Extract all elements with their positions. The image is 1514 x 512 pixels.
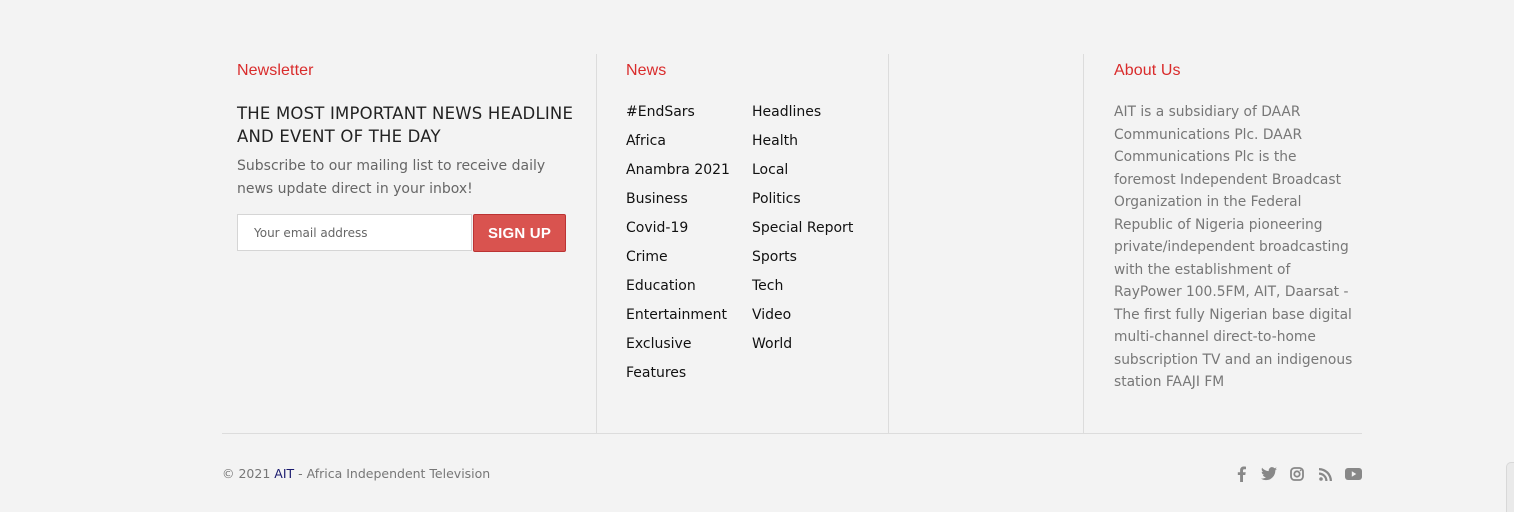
instagram-icon[interactable] [1288,465,1306,483]
copyright-prefix: © 2021 [222,466,275,481]
email-input[interactable] [237,214,472,251]
youtube-icon[interactable] [1344,465,1362,483]
news-list-right: Headlines Health Local Politics Special … [752,102,853,363]
news-list-left: #EndSars Africa Anambra 2021 Business Co… [626,102,730,392]
news-link[interactable]: Health [752,131,853,160]
column-divider [596,54,597,434]
news-link[interactable]: Special Report [752,218,853,247]
about-title: About Us [1114,62,1181,79]
copyright: © 2021 AIT - Africa Independent Televisi… [222,466,490,481]
news-link[interactable]: Tech [752,276,853,305]
news-link[interactable]: Sports [752,247,853,276]
news-link[interactable]: Politics [752,189,853,218]
news-link[interactable]: Features [626,363,730,392]
twitter-icon[interactable] [1260,465,1278,483]
news-link[interactable]: Covid-19 [626,218,730,247]
news-link[interactable]: World [752,334,853,363]
news-link[interactable]: Business [626,189,730,218]
news-link[interactable]: Anambra 2021 [626,160,730,189]
about-section: About Us AIT is a subsidiary of DAAR Com… [1114,54,1362,434]
news-link[interactable]: Local [752,160,853,189]
brand-link[interactable]: AIT [274,466,294,481]
social-links [1232,465,1362,483]
news-link[interactable]: Education [626,276,730,305]
news-section: News #EndSars Africa Anambra 2021 Busine… [626,54,888,434]
newsletter-description: Subscribe to our mailing list to receive… [237,158,546,197]
news-link[interactable]: Africa [626,131,730,160]
news-link[interactable]: Headlines [752,102,853,131]
column-divider [1083,54,1084,434]
newsletter-section: Newsletter THE MOST IMPORTANT NEWS HEADL… [237,54,596,434]
copyright-suffix: - Africa Independent Television [294,466,491,481]
scroll-handle[interactable] [1506,462,1514,512]
newsletter-headline: THE MOST IMPORTANT NEWS HEADLINE AND EVE… [237,104,574,146]
news-title: News [626,62,667,79]
news-link[interactable]: Crime [626,247,730,276]
news-link[interactable]: Exclusive [626,334,730,363]
about-text: AIT is a subsidiary of DAAR Communicatio… [1114,104,1353,390]
empty-section [889,54,1083,434]
rss-icon[interactable] [1316,465,1334,483]
facebook-icon[interactable] [1232,465,1250,483]
newsletter-title: Newsletter [237,62,314,79]
news-link[interactable]: Entertainment [626,305,730,334]
signup-button[interactable]: SIGN UP [473,214,566,252]
news-link[interactable]: Video [752,305,853,334]
news-link[interactable]: #EndSars [626,102,730,131]
